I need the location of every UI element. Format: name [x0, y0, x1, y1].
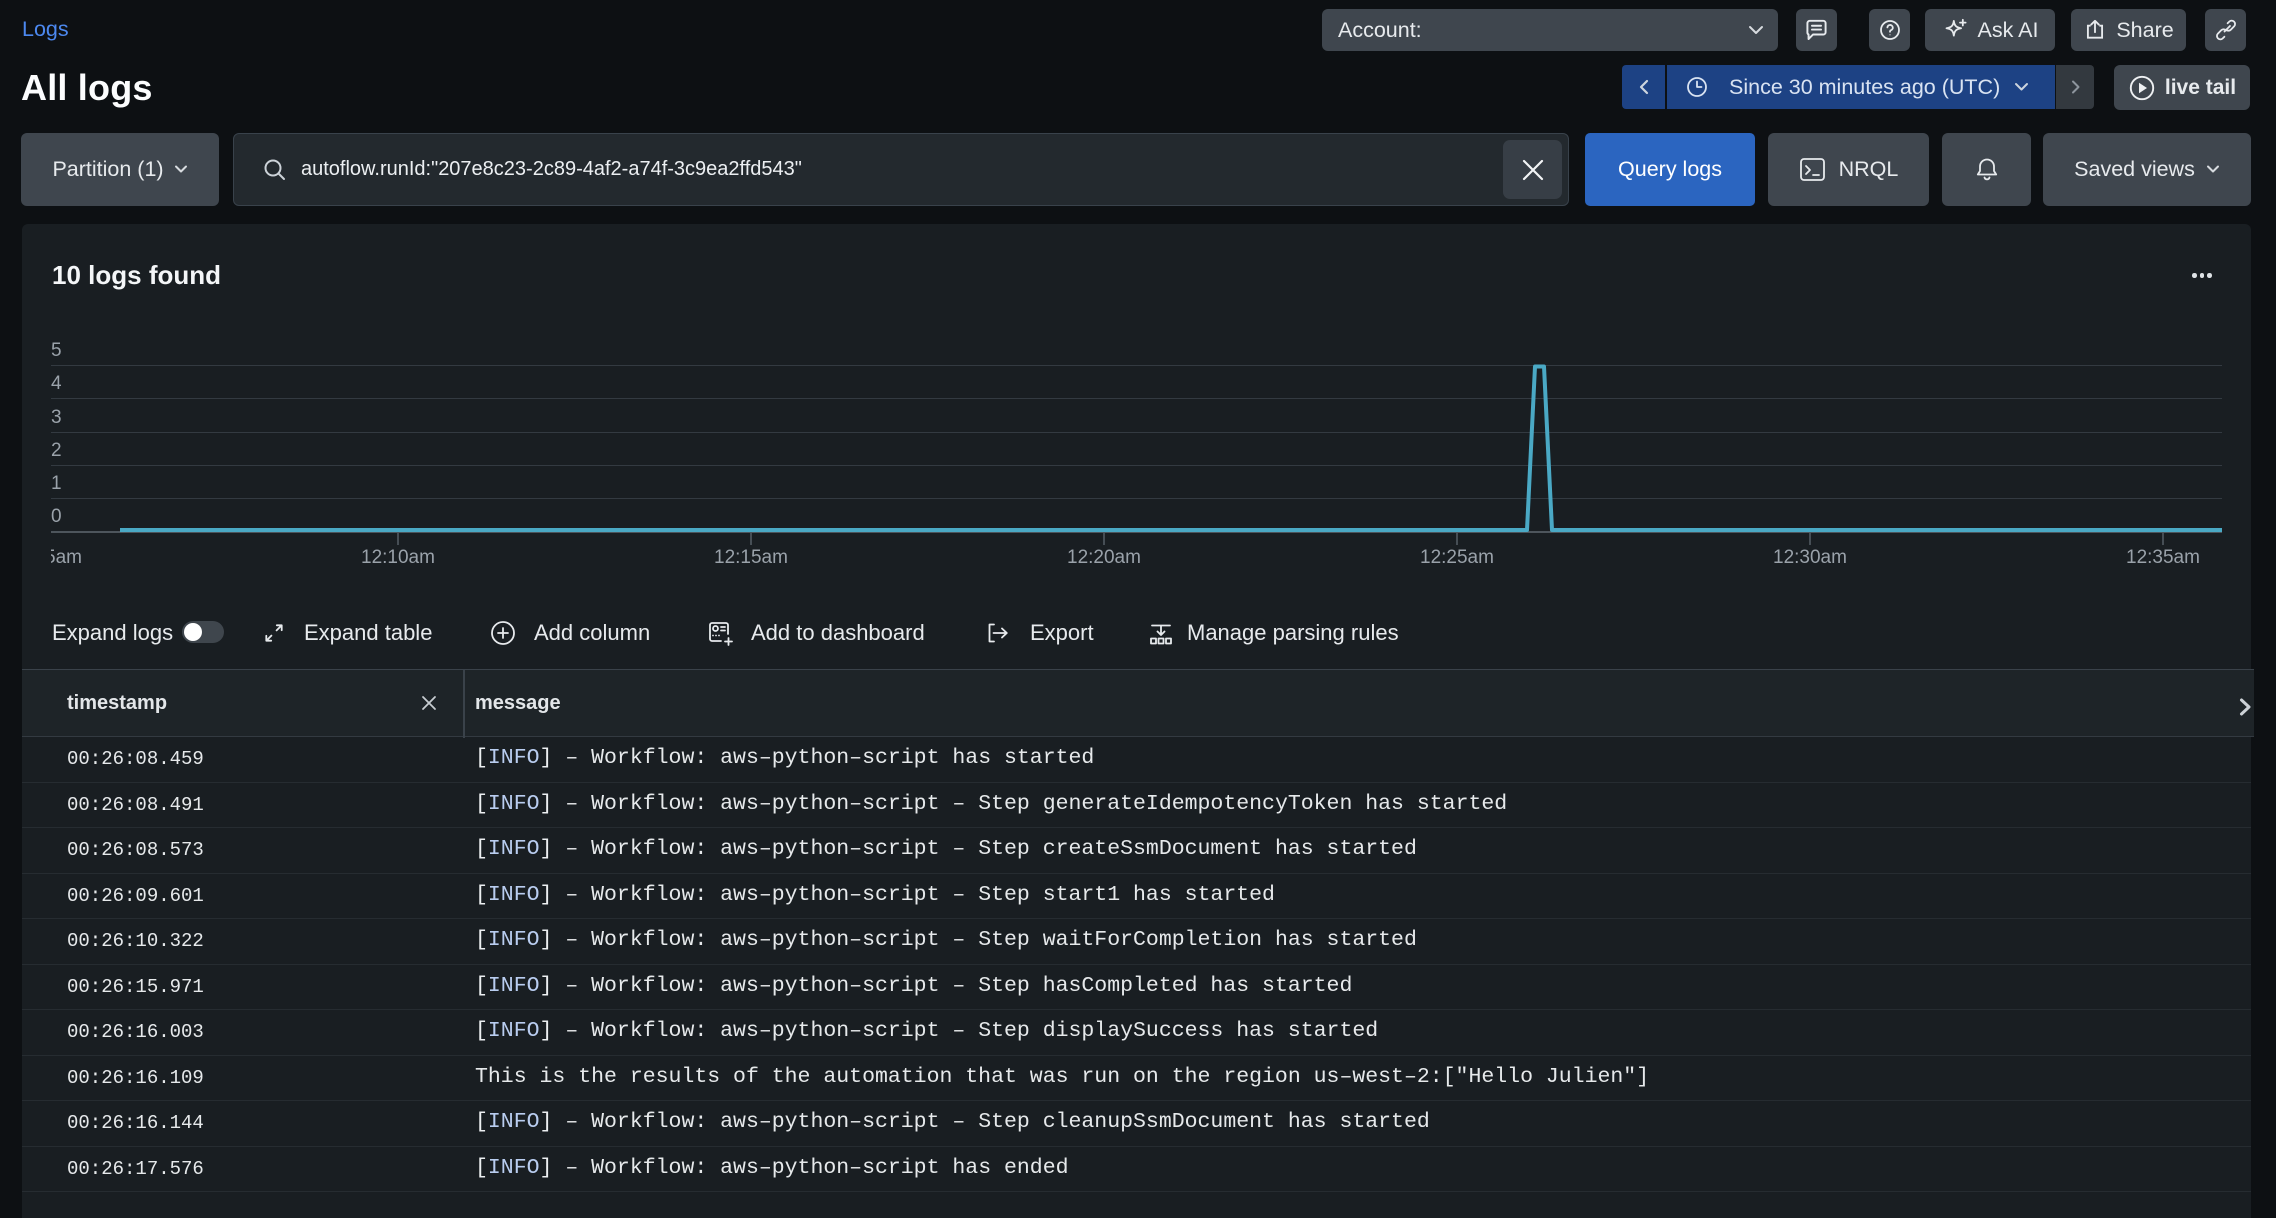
svg-text:4: 4: [51, 373, 62, 394]
svg-text:1: 1: [51, 473, 62, 494]
svg-text:0: 0: [51, 506, 62, 527]
svg-text:12:05am: 12:05am: [22, 547, 82, 568]
svg-text:12:30am: 12:30am: [1773, 547, 1847, 568]
svg-text:2: 2: [51, 440, 62, 461]
svg-text:3: 3: [51, 407, 62, 428]
svg-text:12:20am: 12:20am: [1067, 547, 1141, 568]
svg-text:12:25am: 12:25am: [1420, 547, 1494, 568]
svg-text:12:15am: 12:15am: [714, 547, 788, 568]
svg-text:12:35am: 12:35am: [2126, 547, 2200, 568]
svg-text:12:10am: 12:10am: [361, 547, 435, 568]
svg-text:5: 5: [51, 340, 62, 361]
